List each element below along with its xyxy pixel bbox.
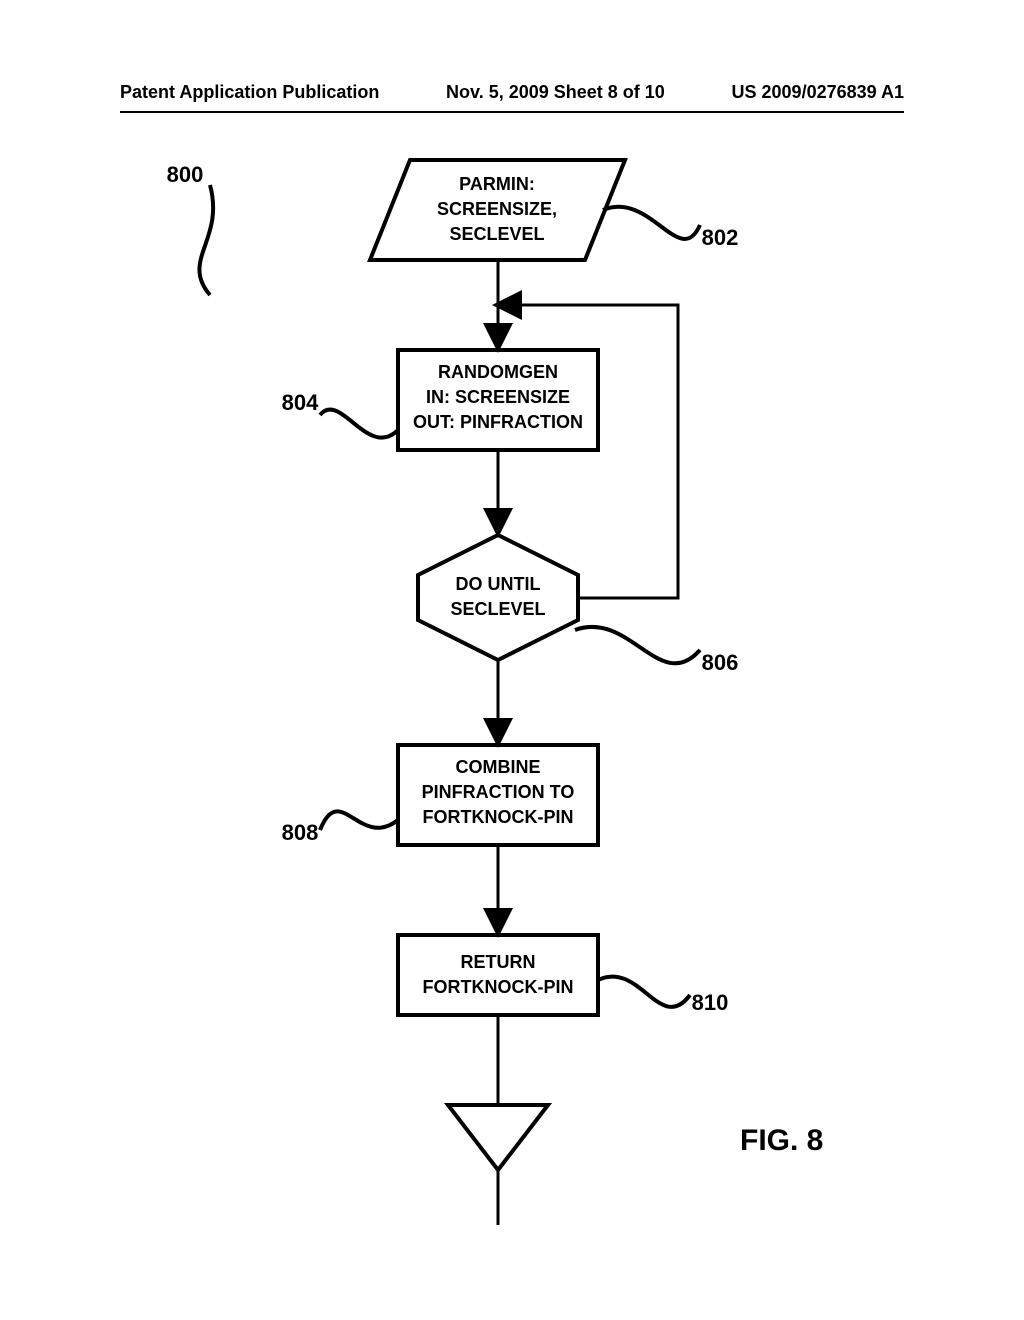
return-line2: FORTKNOCK-PIN	[423, 977, 574, 997]
ref-label-810: 810	[692, 990, 729, 1015]
header-left: Patent Application Publication	[120, 82, 379, 103]
combine-line1: COMBINE	[456, 757, 541, 777]
shape-combine-process: COMBINE PINFRACTION TO FORTKNOCK-PIN	[398, 745, 598, 845]
shape-randomgen-process: RANDOMGEN IN: SCREENSIZE OUT: PINFRACTIO…	[398, 350, 598, 450]
randomgen-line2: IN: SCREENSIZE	[426, 387, 570, 407]
randomgen-line1: RANDOMGEN	[438, 362, 558, 382]
shape-parmin-parallelogram: PARMIN: SCREENSIZE, SECLEVEL	[370, 160, 625, 260]
randomgen-line3: OUT: PINFRACTION	[413, 412, 583, 432]
ref-label-804: 804	[282, 390, 319, 415]
dountil-line2: SECLEVEL	[450, 599, 545, 619]
leader-802	[603, 207, 700, 239]
shape-return-process: RETURN FORTKNOCK-PIN	[398, 935, 598, 1015]
shape-merge-terminator	[448, 1105, 548, 1170]
parmin-line1: PARMIN:	[459, 174, 535, 194]
leader-810	[598, 977, 690, 1007]
ref-label-800: 800	[167, 162, 204, 187]
ref-label-802: 802	[702, 225, 739, 250]
parmin-line3: SECLEVEL	[449, 224, 544, 244]
header-rule	[120, 111, 904, 113]
flowchart-figure: PARMIN: SCREENSIZE, SECLEVEL RANDOMGEN I…	[0, 140, 1024, 1320]
ref-label-806: 806	[702, 650, 739, 675]
figure-caption: FIG. 8	[740, 1124, 823, 1157]
dountil-line1: DO UNTIL	[456, 574, 541, 594]
return-line1: RETURN	[461, 952, 536, 972]
header-center: Nov. 5, 2009 Sheet 8 of 10	[446, 82, 665, 103]
page: Patent Application Publication Nov. 5, 2…	[0, 0, 1024, 1320]
header-right: US 2009/0276839 A1	[732, 82, 904, 103]
combine-line3: FORTKNOCK-PIN	[423, 807, 574, 827]
ref-label-808: 808	[282, 820, 319, 845]
leader-808	[320, 811, 398, 830]
combine-line2: PINFRACTION TO	[422, 782, 575, 802]
leader-804	[320, 409, 398, 437]
document-header: Patent Application Publication Nov. 5, 2…	[0, 82, 1024, 113]
parmin-line2: SCREENSIZE,	[437, 199, 557, 219]
leader-800	[199, 185, 213, 295]
leader-806	[575, 627, 700, 663]
shape-dountil-loop: DO UNTIL SECLEVEL	[418, 535, 578, 660]
